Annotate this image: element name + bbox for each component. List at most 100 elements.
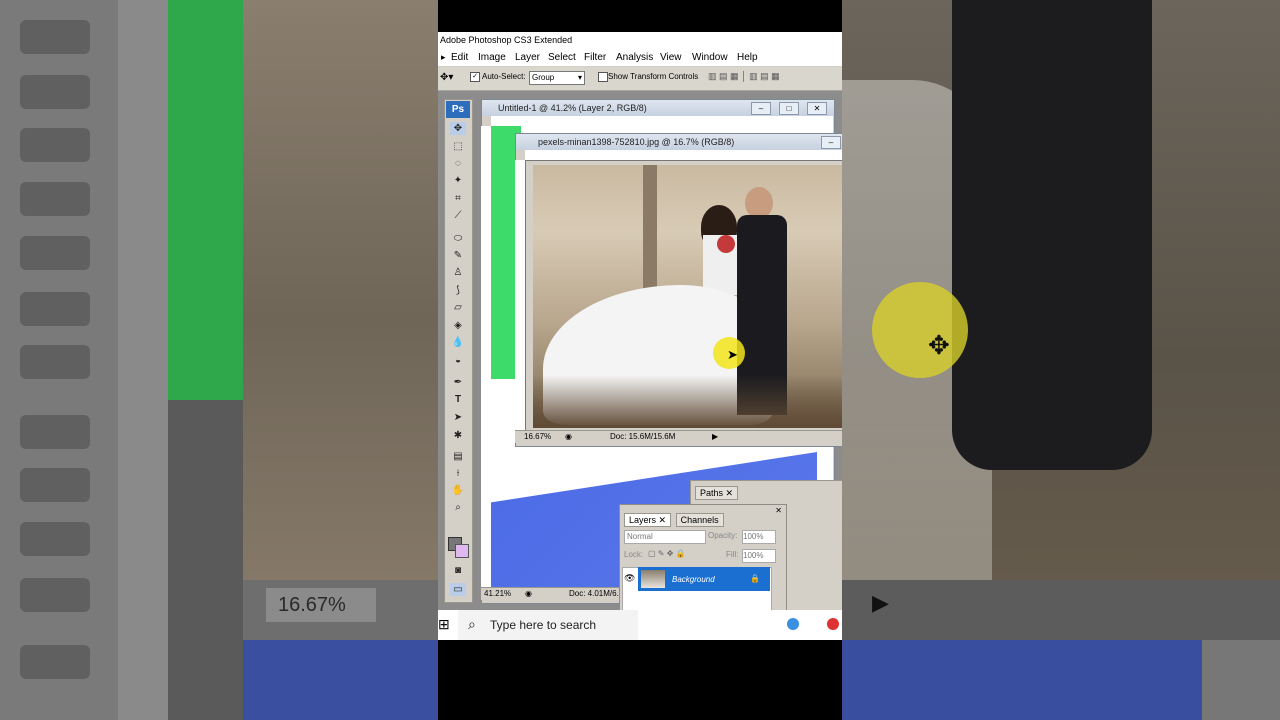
blend-mode-dropdown[interactable]: Normal — [624, 530, 706, 544]
menu-bar: ▸ Edit Image Layer Select Filter Analysi… — [438, 49, 842, 66]
untitled-zoom: 41.21% — [484, 589, 512, 598]
slice-icon[interactable]: ⟋ — [450, 209, 466, 222]
zoomed-wedding-photo — [243, 0, 438, 580]
photo-minimize-button[interactable]: – — [821, 136, 841, 149]
search-icon: ⌕ — [468, 616, 476, 632]
menu-window[interactable]: Window — [692, 52, 728, 63]
dodge-icon[interactable]: ◒ — [450, 354, 466, 367]
auto-select-checkbox[interactable]: ✓ — [470, 72, 480, 82]
brush-icon[interactable]: ✎ — [450, 249, 466, 262]
show-transform-label: Show Transform Controls — [608, 72, 699, 81]
menu-filter[interactable]: Filter — [584, 52, 606, 63]
menu-help[interactable]: Help — [737, 52, 758, 63]
fill-label: Fill: — [726, 550, 739, 559]
edge-icon[interactable] — [787, 618, 799, 630]
crop-icon[interactable]: ⌗ — [450, 192, 466, 205]
align-buttons-icon[interactable]: ▥ ▤ ▦ │ ▥ ▤ ▦ — [708, 71, 780, 82]
photo-vertical-ruler — [515, 160, 526, 430]
eraser-icon[interactable]: ▱ — [450, 301, 466, 314]
search-placeholder: Type here to search — [490, 618, 597, 632]
auto-select-dropdown[interactable]: Group ▾ — [529, 71, 585, 85]
move-tool-icon[interactable]: ✥▾ — [440, 72, 453, 83]
layer-thumbnail — [641, 570, 665, 588]
background-color-swatch[interactable] — [455, 544, 469, 558]
zoomed-blue-area — [842, 640, 1202, 720]
app-icon[interactable] — [827, 618, 839, 630]
move-cursor-icon: ➤ — [727, 347, 738, 362]
auto-select-label: Auto-Select: — [482, 72, 526, 81]
zoomed-brush-icon — [20, 20, 90, 54]
close-button[interactable]: ✕ — [807, 102, 827, 115]
zoomed-dodge-icon — [20, 345, 90, 379]
magic-wand-icon[interactable]: ✦ — [450, 174, 466, 187]
menu-overflow-icon[interactable]: ▸ — [441, 52, 446, 63]
visibility-eye-icon[interactable]: 👁 — [624, 573, 635, 584]
maximize-button[interactable]: □ — [779, 102, 799, 115]
play-icon[interactable]: ▶ — [712, 431, 718, 443]
zoomed-eraser-icon — [20, 182, 90, 216]
photo-status-icon: ◉ — [565, 432, 572, 441]
app-title: Adobe Photoshop CS3 Extended — [438, 32, 842, 49]
windows-start-icon[interactable]: ⊞ — [438, 616, 450, 633]
healing-icon[interactable]: ⬭ — [450, 232, 466, 245]
menu-analysis[interactable]: Analysis — [616, 52, 653, 63]
stamp-icon[interactable]: ♙ — [450, 266, 466, 279]
background-left-zoomed: 16.67% — [0, 0, 438, 720]
menu-edit[interactable]: Edit — [451, 52, 468, 63]
taskbar-search-box[interactable]: ⌕ Type here to search — [458, 610, 638, 640]
paint-bucket-icon[interactable]: ◈ — [450, 319, 466, 332]
minimize-button[interactable]: – — [751, 102, 771, 115]
pen-icon[interactable]: ✒ — [450, 376, 466, 389]
zoomed-vertical-ruler — [118, 0, 168, 720]
panel-close-icon[interactable]: ✕ — [775, 506, 782, 515]
menu-layer[interactable]: Layer — [515, 52, 540, 63]
taskbar-apps[interactable] — [785, 616, 842, 640]
quick-mask-icon[interactable]: ◙ — [450, 564, 466, 577]
blur-icon[interactable]: 💧 — [450, 336, 466, 349]
zoomed-play-icon: ▶ — [872, 590, 889, 615]
tab-channels[interactable]: Channels — [675, 513, 724, 527]
zoomed-history-brush-icon — [20, 128, 90, 162]
notes-icon[interactable]: ▤ — [450, 450, 466, 463]
chevron-down-icon: ▾ — [577, 73, 582, 82]
zoomed-shape-icon — [20, 578, 90, 612]
move-icon[interactable]: ✥ — [450, 122, 466, 135]
bouquet — [717, 235, 735, 253]
zoomed-zoom-readout: 16.67% — [266, 588, 376, 622]
tab-layers[interactable]: Layers ✕ — [624, 513, 672, 527]
opacity-input[interactable]: 100% — [742, 530, 776, 544]
zoomed-blue-canvas — [243, 640, 438, 720]
marquee-icon[interactable]: ⬚ — [450, 140, 466, 153]
zoomed-gray-area — [1202, 640, 1280, 720]
fill-input[interactable]: 100% — [742, 549, 776, 563]
path-selection-icon[interactable]: ➤ — [450, 411, 466, 424]
paths-tab-label: Paths — [700, 488, 724, 498]
layers-tab-label: Layers — [629, 515, 657, 525]
tab-paths[interactable]: Paths ✕ — [695, 486, 739, 500]
eyedropper-icon[interactable]: ⟊ — [450, 467, 466, 480]
layer-name[interactable]: Background — [672, 575, 715, 584]
history-brush-icon[interactable]: ⟆ — [450, 284, 466, 297]
lock-icons[interactable]: ▢ ✎ ✥ 🔒 — [648, 549, 686, 558]
photo-window-title: pexels-minan1398-752810.jpg @ 16.7% (RGB… — [516, 134, 842, 150]
lock-label: Lock: — [624, 550, 644, 559]
menu-select[interactable]: Select — [548, 52, 576, 63]
zoom-icon[interactable]: ⌕ — [450, 501, 466, 514]
menu-view[interactable]: View — [660, 52, 682, 63]
menu-image[interactable]: Image — [478, 52, 506, 63]
zoomed-green-canvas — [168, 0, 243, 400]
blend-mode-value: Normal — [627, 532, 653, 541]
channels-tab-label: Channels — [680, 515, 719, 525]
zoomed-selection-icon — [20, 522, 90, 556]
status-icon: ◉ — [525, 589, 532, 598]
custom-shape-icon[interactable]: ✱ — [450, 429, 466, 442]
type-icon[interactable]: T — [450, 393, 466, 406]
layer-lock-icon: 🔒 — [750, 574, 760, 583]
untitled-doc-info: Doc: 4.01M/6... — [569, 589, 624, 598]
show-transform-checkbox[interactable] — [598, 72, 608, 82]
wedding-photo[interactable]: ➤ — [533, 165, 842, 428]
lasso-icon[interactable]: ◌ — [450, 157, 466, 170]
screen-mode-icon[interactable]: ▭ — [450, 583, 466, 596]
hand-icon[interactable]: ✋ — [450, 484, 466, 497]
background-right-zoomed: ✥ ▶ — [842, 0, 1280, 720]
